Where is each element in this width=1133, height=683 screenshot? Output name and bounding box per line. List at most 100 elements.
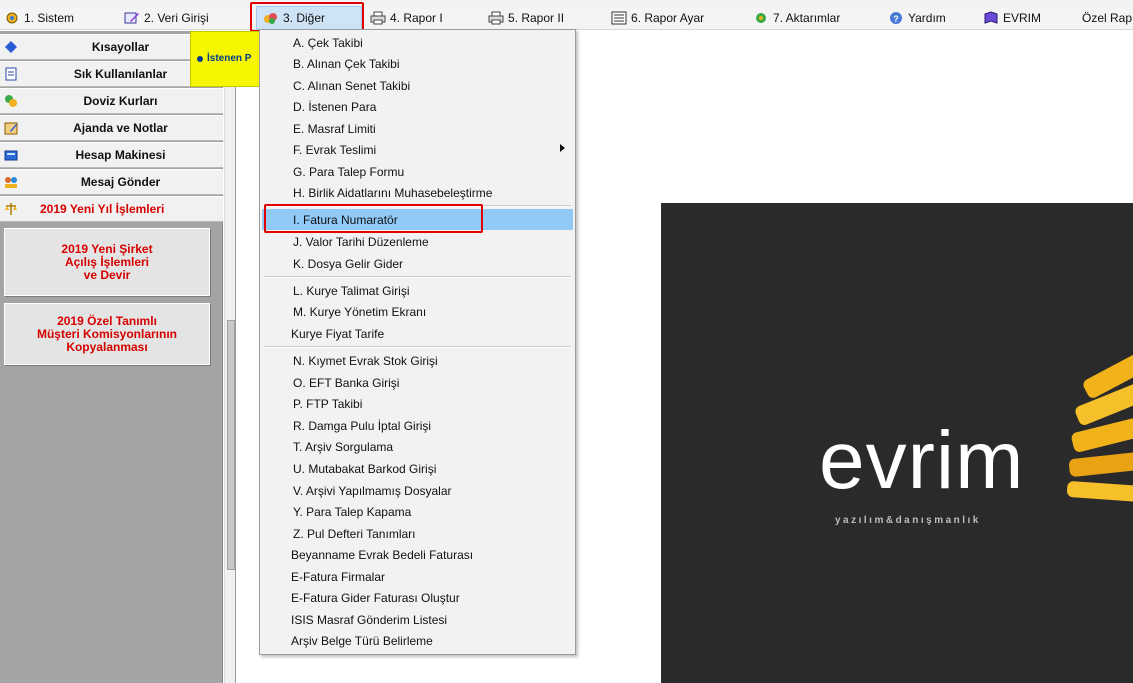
menu-veri-girisi-label: 2. Veri Girişi <box>144 11 209 25</box>
button-line: ve Devir <box>83 267 131 282</box>
printer-icon <box>488 11 504 25</box>
left-panel: Kısayollar Sık Kullanılanlar Doviz Kurla… <box>0 31 223 683</box>
menu-item-label: U. Mutabakat Barkod Girişi <box>293 461 437 476</box>
data-entry-icon <box>124 11 140 25</box>
menu-item-label: K. Dosya Gelir Gider <box>293 256 404 271</box>
menu-item-pul-defteri[interactable]: Z. Pul Defteri Tanımları <box>262 523 573 544</box>
menu-rapor-2[interactable]: 5. Rapor II <box>488 6 564 30</box>
menu-item-dosya-gelir-gider[interactable]: K. Dosya Gelir Gider <box>262 253 573 274</box>
komisyon-kopyala-button[interactable]: 2019 Özel Tanımlı Müşteri Komisyonlarını… <box>4 303 210 365</box>
left-item-mesaj-gonder[interactable]: Mesaj Gönder <box>0 169 223 195</box>
left-item-ajanda-notlar[interactable]: Ajanda ve Notlar <box>0 115 223 141</box>
users-icon <box>4 175 18 189</box>
menu-item-ftp-takibi[interactable]: P. FTP Takibi <box>262 393 573 414</box>
menu-item-fatura-numarator[interactable]: I. Fatura Numaratör <box>262 209 573 230</box>
menu-item-efatura-firmalar[interactable]: E-Fatura Firmalar <box>262 566 573 587</box>
menu-ozel-rapor[interactable]: Özel Rap <box>1082 6 1132 30</box>
menu-item-istenen-para[interactable]: D. İstenen Para <box>262 96 573 117</box>
menu-item-kurye-yonetim[interactable]: M. Kurye Yönetim Ekranı <box>262 301 573 322</box>
menu-item-label: I. Fatura Numaratör <box>293 212 398 227</box>
menu-yardim[interactable]: ? Yardım <box>888 6 946 30</box>
menu-separator <box>264 205 571 207</box>
menu-item-label: B. Alınan Çek Takibi <box>293 56 400 71</box>
menu-sistem[interactable]: 1. Sistem <box>4 6 74 30</box>
submenu-arrow-icon <box>560 144 565 152</box>
agenda-icon <box>4 121 18 135</box>
menu-aktarimlar[interactable]: 7. Aktarımlar <box>753 6 840 30</box>
printer-icon <box>370 11 386 25</box>
favorites-icon <box>4 67 18 81</box>
logo-tagline: yazılım&danışmanlık <box>835 515 981 526</box>
menu-evrim[interactable]: EVRIM <box>983 6 1041 30</box>
menu-item-label: H. Birlik Aidatlarını Muhasebeleştirme <box>293 185 493 200</box>
menu-item-isis-masraf[interactable]: ISIS Masraf Gönderim Listesi <box>262 609 573 630</box>
menu-item-para-talep-formu[interactable]: G. Para Talep Formu <box>262 161 573 182</box>
menu-item-label: D. İstenen Para <box>293 99 377 114</box>
menu-item-efatura-gider[interactable]: E-Fatura Gider Faturası Oluştur <box>262 587 573 608</box>
menu-item-label: J. Valor Tarihi Düzenleme <box>293 234 429 249</box>
menu-item-beyanname-evrak[interactable]: Beyanname Evrak Bedeli Faturası <box>262 544 573 565</box>
menu-item-label: O. EFT Banka Girişi <box>293 375 400 390</box>
menu-rapor-ayar-label: 6. Rapor Ayar <box>631 11 705 25</box>
menu-item-label: Beyanname Evrak Bedeli Faturası <box>291 547 474 562</box>
svg-text:?: ? <box>893 14 899 24</box>
menu-item-cek-takibi[interactable]: A. Çek Takibi <box>262 32 573 53</box>
logo-stripe <box>1066 480 1133 506</box>
evrim-logo-panel: evrim yazılım&danışmanlık <box>661 203 1133 683</box>
menu-item-kurye-talimat[interactable]: L. Kurye Talimat Girişi <box>262 280 573 301</box>
menu-item-label: Z. Pul Defteri Tanımları <box>293 526 416 541</box>
menu-item-arsiv-belge-turu[interactable]: Arşiv Belge Türü Belirleme <box>262 630 573 651</box>
menu-rapor-1-label: 4. Rapor I <box>390 11 443 25</box>
left-item-label: Doviz Kurları <box>83 94 158 108</box>
yeni-sirket-button[interactable]: 2019 Yeni Şirket Açılış İşlemleri ve Dev… <box>4 228 210 296</box>
left-item-doviz-kurlari[interactable]: Doviz Kurları <box>0 88 223 114</box>
left-item-hesap-makinesi[interactable]: Hesap Makinesi <box>0 142 223 168</box>
menu-item-para-talep-kapama[interactable]: Y. Para Talep Kapama <box>262 501 573 522</box>
bullet-icon <box>197 56 203 62</box>
menu-item-label: ISIS Masraf Gönderim Listesi <box>291 612 448 627</box>
menu-item-masraf-limiti[interactable]: E. Masraf Limiti <box>262 118 573 139</box>
help-icon: ? <box>888 11 904 25</box>
shortcuts-icon <box>4 40 18 54</box>
menu-diger-label: 3. Diğer <box>283 11 326 25</box>
menu-item-label: P. FTP Takibi <box>293 396 363 411</box>
menu-item-label: F. Evrak Teslimi <box>293 142 377 157</box>
menu-item-damga-pulu[interactable]: R. Damga Pulu İptal Girişi <box>262 415 573 436</box>
left-item-label: 2019 Yeni Yıl İşlemleri <box>40 202 165 216</box>
scrollbar-thumb[interactable] <box>227 320 235 570</box>
menu-item-label: G. Para Talep Formu <box>293 164 405 179</box>
menu-item-label: E-Fatura Firmalar <box>291 569 386 584</box>
menu-item-label: R. Damga Pulu İptal Girişi <box>293 418 432 433</box>
menu-item-kurye-fiyat[interactable]: Kurye Fiyat Tarife <box>262 323 573 344</box>
menu-sistem-label: 1. Sistem <box>24 11 75 25</box>
tooltip-text: İstenen P <box>207 53 252 64</box>
menu-diger[interactable]: 3. Diğer <box>256 6 362 30</box>
menu-item-valor-tarihi[interactable]: J. Valor Tarihi Düzenleme <box>262 231 573 252</box>
menu-item-evrak-teslimi[interactable]: F. Evrak Teslimi <box>262 139 573 160</box>
menu-veri-girisi[interactable]: 2. Veri Girişi <box>124 6 209 30</box>
menu-aktarimlar-label: 7. Aktarımlar <box>773 11 841 25</box>
menu-rapor-1[interactable]: 4. Rapor I <box>370 6 443 30</box>
system-icon <box>4 11 20 25</box>
menu-item-label: T. Arşiv Sorgulama <box>293 439 394 454</box>
menu-rapor-ayar[interactable]: 6. Rapor Ayar <box>611 6 704 30</box>
menu-separator <box>264 346 571 348</box>
menu-separator <box>264 276 571 278</box>
menu-item-arsiv-sorgulama[interactable]: T. Arşiv Sorgulama <box>262 436 573 457</box>
menu-item-label: V. Arşivi Yapılmamış Dosyalar <box>293 483 452 498</box>
menu-item-kiymet-evrak[interactable]: N. Kıymet Evrak Stok Girişi <box>262 350 573 371</box>
menu-item-mutabakat-barkod[interactable]: U. Mutabakat Barkod Girişi <box>262 458 573 479</box>
menu-rapor-2-label: 5. Rapor II <box>508 11 565 25</box>
button-line: Açılış İşlemleri <box>64 254 150 269</box>
menu-item-arsivi-yapilmamis[interactable]: V. Arşivi Yapılmamış Dosyalar <box>262 480 573 501</box>
menu-item-birlik-aidat[interactable]: H. Birlik Aidatlarını Muhasebeleştirme <box>262 182 573 203</box>
menu-item-alinan-senet[interactable]: C. Alınan Senet Takibi <box>262 75 573 96</box>
menu-item-label: Kurye Fiyat Tarife <box>291 326 385 341</box>
logo-wordmark: evrim <box>819 415 1025 506</box>
menu-item-alinan-cek[interactable]: B. Alınan Çek Takibi <box>262 53 573 74</box>
menu-item-eft-banka[interactable]: O. EFT Banka Girişi <box>262 372 573 393</box>
menu-item-label: Y. Para Talep Kapama <box>293 504 412 519</box>
left-item-yeni-yil[interactable]: 2019 Yeni Yıl İşlemleri <box>0 196 223 222</box>
left-item-label: Mesaj Gönder <box>80 175 161 189</box>
menu-yardim-label: Yardım <box>908 11 946 25</box>
